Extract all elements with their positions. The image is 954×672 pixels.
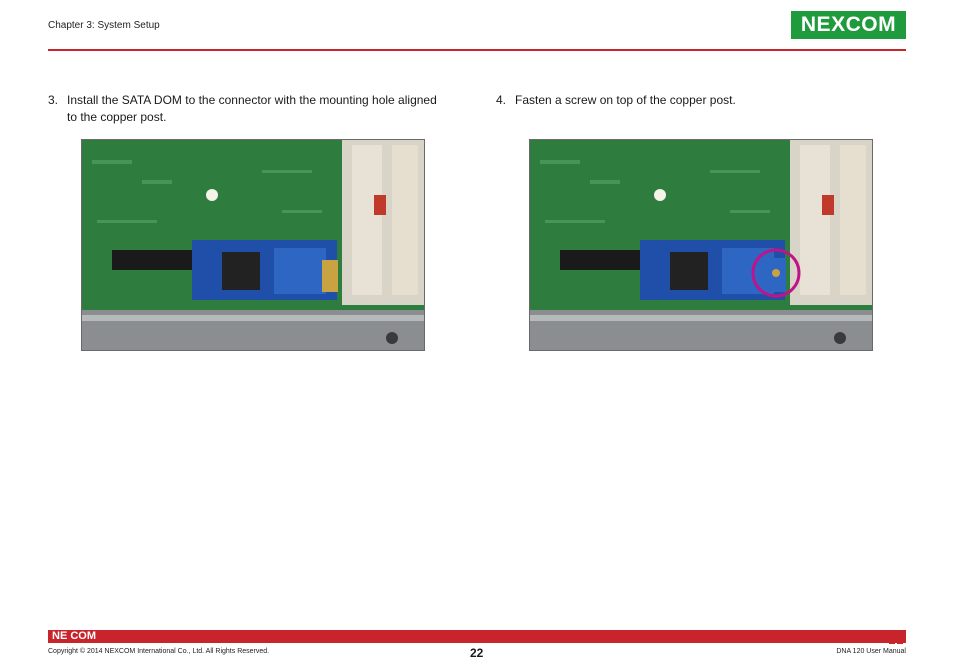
step-text-line1: Fasten a screw on top of the copper post… [515, 93, 736, 107]
logo-text-x: X [831, 13, 846, 36]
logo-text-right: COM [845, 13, 897, 36]
footer-bar: NE COM [48, 630, 906, 643]
step-4: 4. Fasten a screw on top of the copper p… [496, 92, 896, 109]
step-number: 3. [48, 93, 59, 107]
step-text-line1: Install the SATA DOM to the connector wi… [67, 93, 437, 107]
photo-screw-fastened [529, 139, 873, 351]
page-number: 22 [470, 646, 484, 660]
chapter-title: Chapter 3: System Setup [48, 20, 160, 31]
nexcom-logo: NEXCOM [791, 11, 906, 39]
step-3: 3. Install the SATA DOM to the connector… [48, 92, 468, 126]
logo-text-left: NE [800, 13, 832, 36]
manual-title: DNA 120 User Manual [836, 648, 906, 655]
photo-sata-dom-installed [81, 139, 425, 351]
header-divider [48, 49, 906, 51]
step-text-line2: to the copper post. [67, 110, 167, 124]
footer-logo: NE COM [52, 630, 96, 642]
footer-squares-decoration [889, 630, 906, 646]
step-number: 4. [496, 93, 507, 107]
copyright-text: Copyright © 2014 NEXCOM International Co… [48, 648, 270, 655]
